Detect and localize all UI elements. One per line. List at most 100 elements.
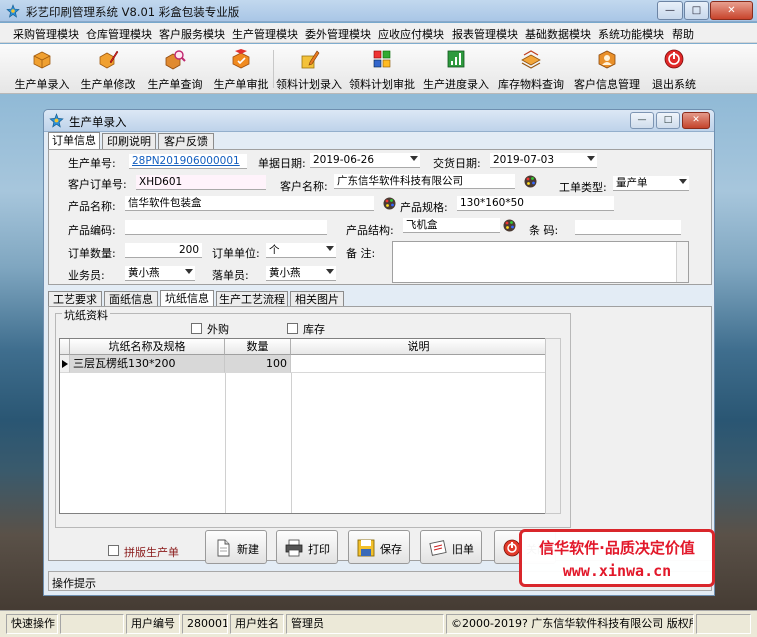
remark-scrollbar[interactable] <box>676 242 688 282</box>
product-structure-field[interactable]: 飞机盒 <box>403 218 500 233</box>
menu-reports[interactable]: 报表管理模块 <box>452 26 518 42</box>
order-no-label: 生产单号: <box>68 157 116 170</box>
grid-scrollbar[interactable] <box>545 338 561 514</box>
child-minimize-button[interactable]: — <box>630 112 654 129</box>
stock-icon <box>521 50 541 69</box>
tab-print-notes[interactable]: 印刷说明 <box>102 133 156 150</box>
grid-header-note[interactable]: 说明 <box>291 339 547 355</box>
user-name-value: 管理员 <box>286 614 444 634</box>
status-blank-cell <box>60 614 124 634</box>
menu-purchase[interactable]: 采购管理模块 <box>13 26 79 42</box>
unit-select[interactable]: 个 <box>266 243 336 258</box>
old-order-button[interactable]: 旧单 <box>420 530 482 564</box>
toolbar-order-query-button[interactable]: 生产单查询 <box>143 46 207 92</box>
table-row-note[interactable] <box>291 355 547 373</box>
menu-production[interactable]: 生产管理模块 <box>232 26 298 42</box>
approve-icon <box>232 49 250 69</box>
exit-icon <box>664 49 684 69</box>
color-palette-icon[interactable] <box>502 218 517 233</box>
product-spec-field[interactable]: 130*160*50 <box>457 196 614 211</box>
toolbar-stock-query-button[interactable]: 库存物料查询 <box>496 46 566 92</box>
print-button[interactable]: 打印 <box>276 530 338 564</box>
close-button[interactable]: ✕ <box>710 1 753 20</box>
product-structure-label: 产品结构: <box>346 224 394 237</box>
product-code-label: 产品编码: <box>68 224 116 237</box>
maximize-button[interactable]: □ <box>684 1 709 20</box>
pencil-icon <box>301 50 320 69</box>
color-palette-icon[interactable] <box>523 174 538 189</box>
order-entry-window: 生产单录入 — □ ✕ 订单信息 印刷说明 客户反馈 生产单号: 28PN201… <box>43 109 715 596</box>
box-edit-icon <box>99 50 119 69</box>
customer-order-field[interactable]: XHD601 <box>136 175 266 190</box>
toolbar-order-entry-button[interactable]: 生产单录入 <box>10 46 74 92</box>
new-button[interactable]: 新建 <box>205 530 267 564</box>
menu-warehouse[interactable]: 仓库管理模块 <box>86 26 152 42</box>
outsource-checkbox[interactable] <box>191 323 202 334</box>
menu-base-data[interactable]: 基础数据模块 <box>525 26 591 42</box>
customer-name-label: 客户名称: <box>280 180 328 193</box>
table-row-name[interactable]: 三层瓦楞纸130*200 <box>70 355 225 373</box>
corrugated-groupbox: 坑纸资料 外购 库存 坑纸名称及规格 数量 说明 三层瓦楞纸130*200 10… <box>55 307 571 528</box>
barcode-field[interactable] <box>575 220 681 235</box>
color-palette-icon[interactable] <box>382 196 397 211</box>
remark-label: 备 注: <box>346 247 376 260</box>
stock-label: 库存 <box>303 323 325 336</box>
minimize-button[interactable]: — <box>657 1 683 20</box>
row-indicator[interactable] <box>60 355 70 373</box>
menu-customer-service[interactable]: 客户服务模块 <box>159 26 225 42</box>
child-maximize-button[interactable]: □ <box>656 112 680 129</box>
toolbar-exit-button[interactable]: 退出系统 <box>647 46 701 92</box>
toolbar-order-approve-button[interactable]: 生产单审批 <box>209 46 273 92</box>
toolbar: 生产单录入 生产单修改 生产单查询 生产单审批 领料计划录入 领料计划审批 生产… <box>0 44 757 94</box>
menu-system[interactable]: 系统功能模块 <box>598 26 664 42</box>
order-no-field[interactable]: 28PN201906000001 <box>129 154 247 169</box>
imposition-checkbox[interactable] <box>108 545 119 556</box>
product-name-label: 产品名称: <box>68 200 116 213</box>
toolbar-material-plan-approve-button[interactable]: 领料计划审批 <box>348 46 416 92</box>
save-button[interactable]: 保存 <box>348 530 410 564</box>
copyright-text: ©2000-2019? 广东信华软件科技有限公司 版权所有 <box>446 614 694 634</box>
product-name-field[interactable]: 信华软件包装盒 <box>125 196 374 211</box>
placer-select[interactable]: 黄小燕 <box>266 266 336 281</box>
customer-icon <box>598 50 616 69</box>
corrugated-legend: 坑纸资料 <box>62 307 110 323</box>
toolbar-order-edit-button[interactable]: 生产单修改 <box>76 46 140 92</box>
toolbar-progress-entry-button[interactable]: 生产进度录入 <box>423 46 489 92</box>
title-bar: 彩艺印刷管理系统 V8.01 彩盒包装专业版 — □ ✕ <box>0 0 757 22</box>
user-id-value: 280001 <box>182 614 228 634</box>
customer-name-field[interactable]: 广东信华软件科技有限公司 <box>334 174 515 189</box>
chevron-down-icon <box>326 269 334 274</box>
tab-customer-feedback[interactable]: 客户反馈 <box>158 133 214 150</box>
salesperson-select[interactable]: 黄小燕 <box>125 266 195 281</box>
product-code-field[interactable] <box>125 220 327 235</box>
menu-bar: 采购管理模块 仓库管理模块 客户服务模块 生产管理模块 委外管理模块 应收应付模… <box>0 23 757 43</box>
quantity-field[interactable]: 200 <box>125 243 202 258</box>
toolbar-customer-info-button[interactable]: 客户信息管理 <box>573 46 641 92</box>
tab-order-info[interactable]: 订单信息 <box>48 132 100 150</box>
user-name-label: 用户姓名 <box>230 614 284 634</box>
grid-header-name[interactable]: 坑纸名称及规格 <box>70 339 225 355</box>
table-row-qty[interactable]: 100 <box>225 355 291 373</box>
customer-order-label: 客户订单号: <box>68 178 127 191</box>
toolbar-material-plan-entry-button[interactable]: 领料计划录入 <box>275 46 343 92</box>
ops-hint-label: 操作提示 <box>52 577 96 590</box>
menu-outsourcing[interactable]: 委外管理模块 <box>305 26 371 42</box>
order-tabs: 订单信息 印刷说明 客户反馈 <box>48 132 348 150</box>
outsource-label: 外购 <box>207 323 229 336</box>
grid-header-qty[interactable]: 数量 <box>225 339 291 355</box>
user-id-label: 用户编号 <box>126 614 180 634</box>
doc-date-picker[interactable]: 2019-06-26 <box>310 153 420 168</box>
order-type-select[interactable]: 量产单 <box>613 176 689 191</box>
quick-actions-cell[interactable]: 快速操作 <box>6 614 58 634</box>
grid-column-line <box>225 373 226 513</box>
stock-checkbox[interactable] <box>287 323 298 334</box>
chevron-down-icon <box>587 156 595 161</box>
old-order-icon <box>429 540 447 556</box>
child-close-button[interactable]: ✕ <box>682 112 710 129</box>
save-icon <box>357 539 375 557</box>
progress-icon <box>447 50 465 68</box>
remark-textarea[interactable] <box>392 241 689 283</box>
due-date-picker[interactable]: 2019-07-03 <box>490 153 597 168</box>
menu-receivables[interactable]: 应收应付模块 <box>378 26 444 42</box>
menu-help[interactable]: 帮助 <box>672 26 694 42</box>
